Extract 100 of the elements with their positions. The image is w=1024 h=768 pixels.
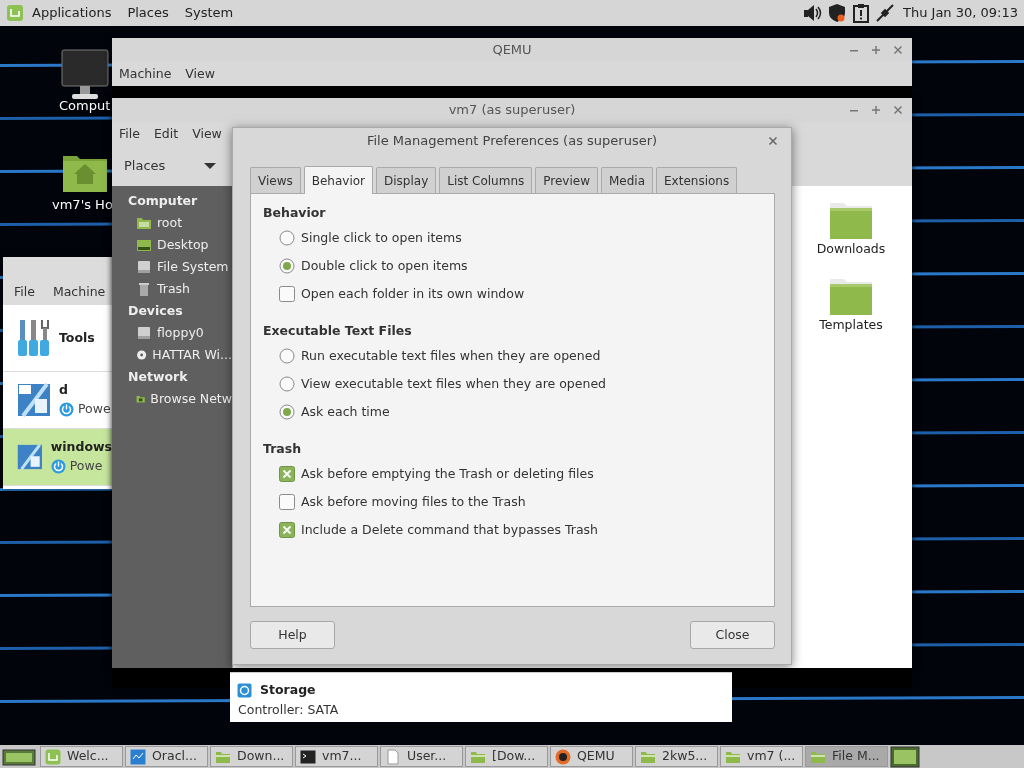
sidebar-item[interactable]: Trash	[112, 278, 232, 300]
close-icon[interactable]	[767, 135, 779, 147]
checkbox-checked-icon[interactable]	[279, 522, 295, 538]
machine-name: d	[59, 381, 69, 400]
folder-icon[interactable]	[828, 276, 874, 316]
taskbar-button[interactable]: File M...	[805, 746, 888, 767]
radio-option[interactable]: Single click to open items	[263, 224, 762, 252]
radio-selected-icon[interactable]	[279, 404, 295, 420]
places-dropdown[interactable]: Places	[124, 156, 216, 176]
window-title: vm7 (as superuser)	[448, 101, 576, 120]
taskbar-button[interactable]: vm7...	[295, 746, 378, 767]
section-heading: Storage	[260, 680, 316, 699]
sidebar-item[interactable]: root	[112, 212, 232, 234]
radio-icon[interactable]	[279, 376, 295, 392]
tab[interactable]: Extensions	[656, 167, 738, 193]
checkbox-option[interactable]: Ask before moving files to the Trash	[263, 488, 762, 516]
checkbox-option[interactable]: Ask before emptying the Trash or deleting files	[263, 460, 762, 488]
taskbar-button[interactable]: Welc...	[40, 746, 123, 767]
taskbar-button[interactable]: 2kw5...	[635, 746, 718, 767]
taskbar-button[interactable]: [Dow...	[465, 746, 548, 767]
machine-name: windows	[50, 438, 112, 457]
detail-text: Controller: SATA	[237, 701, 339, 719]
desktop-icon-label[interactable]: Comput	[59, 96, 111, 116]
sidebar-item[interactable]: File System	[112, 256, 232, 278]
tab[interactable]: Media	[601, 167, 654, 193]
tab[interactable]: Preview	[535, 167, 598, 193]
clock[interactable]: Thu Jan 30, 09:13	[903, 3, 1018, 23]
clipboard-alert-icon[interactable]	[851, 3, 871, 23]
tools-icon	[17, 318, 51, 358]
file-label[interactable]: Templates	[819, 316, 883, 335]
radio-option[interactable]: View executable text files when they are opened	[263, 370, 762, 398]
checkbox-option[interactable]: Include a Delete command that bypasses Trash	[263, 516, 762, 544]
machine-status: Powe	[78, 400, 111, 418]
folder-icon[interactable]	[828, 200, 874, 240]
dialog-button[interactable]: Help	[250, 621, 335, 649]
checkbox-icon[interactable]	[279, 286, 295, 302]
menu-item[interactable]: Machine	[52, 282, 106, 302]
checkbox-option[interactable]: Open each folder in its own window	[263, 280, 762, 308]
panel-menu[interactable]: Places	[127, 3, 169, 23]
mint-icon	[45, 748, 61, 765]
menu-item[interactable]: Edit	[153, 124, 179, 144]
machine-name: Tools	[59, 328, 95, 347]
section-heading: Trash	[263, 440, 303, 458]
show-desktop-icon[interactable]	[2, 746, 36, 767]
panel-menu[interactable]: System	[184, 3, 234, 23]
menu-item[interactable]: File	[119, 124, 140, 144]
tab[interactable]: Behavior	[303, 166, 374, 194]
radio-icon[interactable]	[279, 348, 295, 364]
window-title: QEMU	[492, 41, 532, 60]
machine-list-item[interactable]: Tools	[3, 305, 112, 372]
sidebar-heading: Network	[127, 368, 189, 386]
network-plug-icon[interactable]	[875, 3, 895, 23]
chart-icon	[130, 748, 146, 765]
shield-icon[interactable]	[827, 3, 847, 23]
radio-option[interactable]: Ask each time	[263, 398, 762, 426]
taskbar-button[interactable]: QEMU	[550, 746, 633, 767]
workspace-switcher-icon[interactable]	[890, 745, 920, 768]
taskbar-button[interactable]: Oracl...	[125, 746, 208, 767]
machine-list-item[interactable]: windows Powe	[3, 429, 112, 486]
disc-icon	[136, 348, 148, 362]
taskbar-button[interactable]: User...	[380, 746, 463, 767]
desktop-folder-icon	[136, 238, 152, 252]
radio-selected-icon[interactable]	[279, 258, 295, 274]
tab[interactable]: List Columns	[439, 167, 533, 193]
sidebar-heading: Devices	[127, 302, 184, 320]
sidebar-item[interactable]: Desktop	[112, 234, 232, 256]
close-icon[interactable]	[892, 104, 904, 116]
sidebar-item[interactable]: Browse Netw	[112, 388, 232, 410]
radio-option[interactable]: Double click to open items	[263, 252, 762, 280]
desktop-icon-label[interactable]: vm7's Ho	[52, 195, 113, 215]
drive-icon	[136, 260, 152, 274]
panel-menu[interactable]: Applications	[32, 3, 112, 23]
menu-item[interactable]: View	[185, 64, 215, 84]
menu-item[interactable]: File	[14, 282, 35, 302]
mint-logo-icon[interactable]	[6, 4, 24, 22]
volume-icon[interactable]	[803, 3, 823, 23]
sidebar-item[interactable]: floppy0	[112, 322, 232, 344]
checkbox-icon[interactable]	[279, 494, 295, 510]
maximize-icon[interactable]	[870, 44, 882, 56]
checkbox-checked-icon[interactable]	[279, 466, 295, 482]
power-icon	[59, 401, 74, 417]
tab[interactable]: Views	[250, 167, 301, 193]
taskbar-button[interactable]: Down...	[210, 746, 293, 767]
section-heading: Executable Text Files	[263, 322, 413, 340]
maximize-icon[interactable]	[870, 104, 882, 116]
file-label[interactable]: Downloads	[816, 240, 886, 259]
drive-icon	[136, 326, 152, 340]
radio-icon[interactable]	[279, 230, 295, 246]
folder-icon	[136, 216, 152, 230]
machine-status: Powe	[69, 457, 103, 475]
menu-item[interactable]: View	[192, 124, 222, 144]
trash-icon	[136, 282, 152, 296]
close-icon[interactable]	[892, 44, 904, 56]
taskbar-button[interactable]: vm7 (...	[720, 746, 803, 767]
document-icon	[385, 748, 401, 765]
sidebar-item[interactable]: HATTAR Wi...	[112, 344, 232, 366]
tab[interactable]: Display	[376, 167, 437, 193]
radio-option[interactable]: Run executable text files when they are opened	[263, 342, 762, 370]
menu-item[interactable]: Machine	[119, 64, 172, 84]
dialog-button[interactable]: Close	[690, 621, 775, 649]
